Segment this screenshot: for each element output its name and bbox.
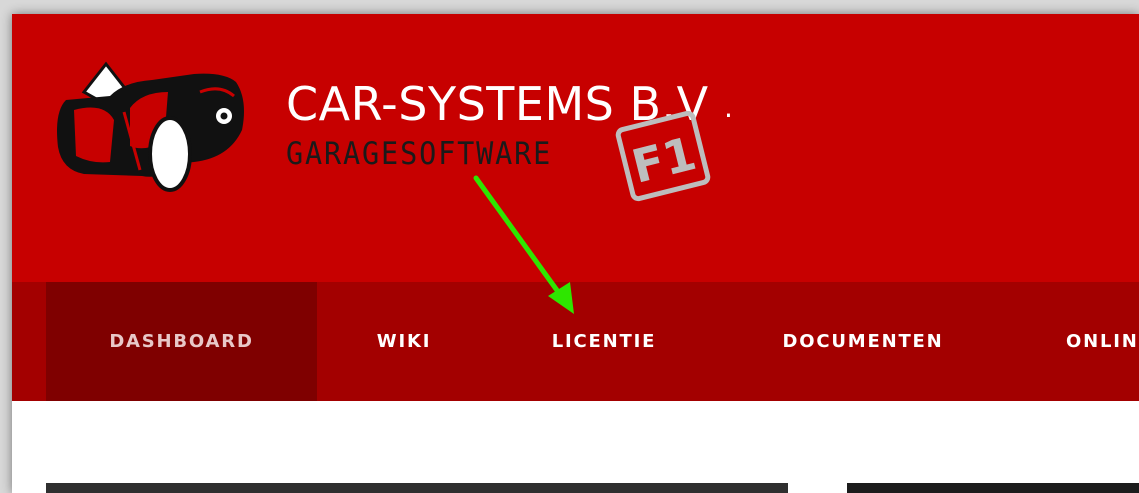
site-header: CAR-SYSTEMS B.V . GARAGESOFTWARE F1 <box>12 14 1139 282</box>
browser-viewport: CAR-SYSTEMS B.V . GARAGESOFTWARE F1 DASH… <box>12 14 1139 493</box>
nav-item-dashboard[interactable]: DASHBOARD <box>46 282 317 401</box>
brand-tagline: GARAGESOFTWARE <box>286 136 553 172</box>
nav-item-online[interactable]: ONLIN <box>1052 282 1139 401</box>
car-logo-icon[interactable] <box>44 52 250 202</box>
nav-item-documenten[interactable]: DOCUMENTEN <box>752 282 974 401</box>
content-image-card-right[interactable] <box>847 483 1139 493</box>
nav-item-licentie[interactable]: LICENTIE <box>518 282 690 401</box>
nav-item-wiki[interactable]: WIKI <box>342 282 466 401</box>
brand-dot: . <box>724 91 733 124</box>
main-navigation: DASHBOARD WIKI LICENTIE DOCUMENTEN ONLIN <box>12 282 1139 401</box>
content-image-card-left[interactable] <box>46 483 788 493</box>
